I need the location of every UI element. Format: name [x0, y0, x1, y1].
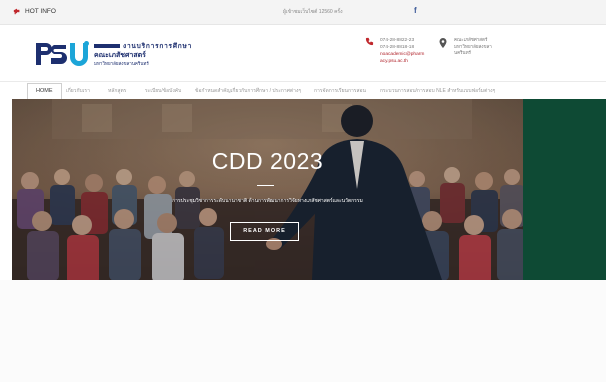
content-area [0, 280, 606, 382]
conference-photo [12, 99, 523, 280]
logo-dot [84, 41, 89, 46]
nav-item-regulations[interactable]: ระเบียบ/ข้อบังคับ [145, 87, 181, 95]
hot-info-label: HOT INFO [25, 7, 56, 15]
address-line-3: นครินทร์ [454, 50, 471, 55]
nav-item-about[interactable]: เกี่ยวกับเรา [66, 87, 90, 95]
phone-icon [365, 37, 374, 46]
nav-item-forms[interactable]: แบบฟอร์มต่างๆ [462, 87, 495, 95]
address-line-1: คณะเภสัชศาสตร์ [454, 37, 488, 42]
hero-subtitle: การประชุมวิชาการระดับนานาชาติ ด้านการพัฒ… [172, 198, 363, 204]
visitor-counter: ผู้เข้าชมเว็บไซต์ 12560 ครั้ง [283, 9, 343, 15]
read-more-button[interactable]: READ MORE [230, 222, 299, 241]
nav-item-home[interactable]: HOME [27, 83, 62, 99]
email-line-1[interactable]: noacademic@pharm [380, 51, 424, 58]
email-line-2[interactable]: acy.psu.ac.th [380, 58, 424, 65]
address-block: คณะเภสัชศาสตร์ มหาวิทยาลัยสงขลา นครินทร์ [454, 37, 492, 57]
hot-info-link[interactable]: HOT INFO [13, 7, 56, 15]
location-pin-icon [439, 38, 447, 48]
hero-divider [257, 185, 274, 186]
contact-block: 074-28-8822-23 074-28-8818-18 noacademic… [380, 37, 424, 65]
hero-title: CDD 2023 [211, 148, 324, 174]
nav-item-curriculum[interactable]: หลักสูตร [108, 87, 126, 95]
main-nav: HOME เกี่ยวกับเรา หลักสูตร ระเบียบ/ข้อบั… [0, 81, 606, 99]
hero-slider[interactable]: CDD 2023 การประชุมวิชาการระดับนานาชาติ ด… [12, 99, 523, 280]
hero-side-panel [523, 99, 606, 280]
nav-item-announcements[interactable]: ข้อกำหนดสำคัญเกี่ยวกับการศึกษา / ประกาศต… [195, 87, 301, 95]
top-bar: HOT INFO ผู้เข้าชมเว็บไซต์ 12560 ครั้ง f [0, 0, 606, 25]
megaphone-icon [13, 8, 20, 15]
nav-item-exams[interactable]: กระบวนการสอบ/การสอบ NLE สำหรับ [380, 87, 462, 95]
phone-number-1[interactable]: 074-28-8822-23 [380, 37, 424, 44]
page: HOT INFO ผู้เข้าชมเว็บไซต์ 12560 ครั้ง f… [0, 0, 606, 382]
facebook-icon[interactable]: f [414, 6, 417, 15]
university-name: มหาวิทยาลัยสงขลานครินทร์ [94, 61, 149, 66]
phone-number-2[interactable]: 074-28-8818-18 [380, 44, 424, 51]
site-header: งานบริการการศึกษา คณะเภสัชศาสตร์ มหาวิทย… [0, 25, 606, 81]
nav-item-teaching[interactable]: การจัดการเรียนการสอน [314, 87, 366, 95]
unit-name-bar [94, 44, 120, 48]
